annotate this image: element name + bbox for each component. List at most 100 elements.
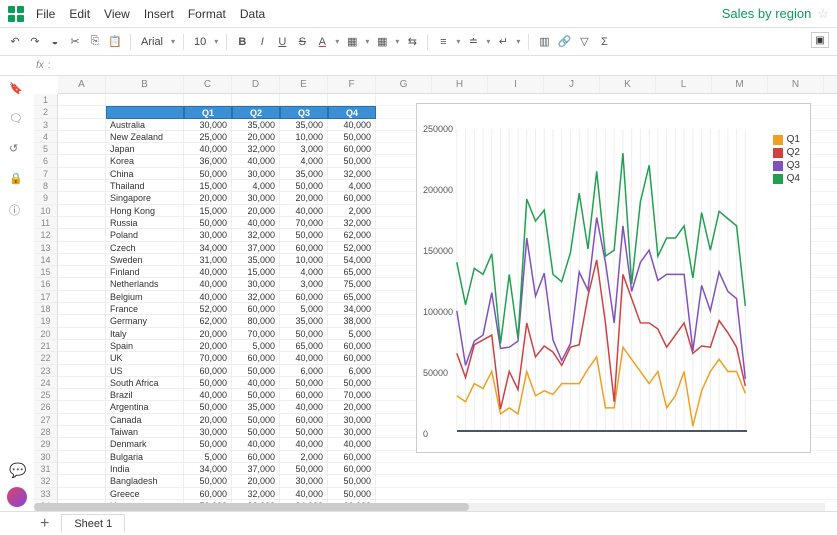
lock-icon[interactable]: 🔒 [9,172,25,188]
country-cell[interactable]: Hong Kong [106,205,184,217]
row-header[interactable]: 15 [34,266,58,278]
value-cell[interactable]: 20,000 [232,205,280,217]
value-cell[interactable]: 50,000 [232,414,280,426]
cut-icon[interactable]: ✂ [68,35,82,49]
value-cell[interactable]: 50,000 [184,217,232,229]
value-cell[interactable]: 20,000 [328,401,376,413]
col-header-F[interactable]: F [328,76,376,93]
value-cell[interactable]: 30,000 [184,229,232,241]
value-cell[interactable]: 40,000 [232,377,280,389]
value-cell[interactable]: 50,000 [328,155,376,167]
col-header-M[interactable]: M [712,76,768,93]
fill-color-icon[interactable]: ▦ [345,35,359,49]
value-cell[interactable]: 6,000 [280,365,328,377]
undo-icon[interactable]: ↶ [8,35,22,49]
value-cell[interactable]: 40,000 [184,143,232,155]
underline-icon[interactable]: U [275,35,289,49]
country-cell[interactable]: Belgium [106,291,184,303]
value-cell[interactable]: 15,000 [232,266,280,278]
country-cell[interactable]: Singapore [106,192,184,204]
value-cell[interactable]: 50,000 [280,377,328,389]
value-cell[interactable]: 62,000 [184,315,232,327]
value-cell[interactable]: 37,000 [232,463,280,475]
value-cell[interactable]: 5,000 [184,451,232,463]
row-header[interactable]: 2 [34,106,58,118]
row-header[interactable]: 8 [34,180,58,192]
value-cell[interactable]: 60,000 [280,242,328,254]
app-logo[interactable] [8,6,24,22]
wrap-icon[interactable]: ↵ [496,35,510,49]
value-cell[interactable]: 40,000 [328,438,376,450]
value-cell[interactable]: 20,000 [184,414,232,426]
country-cell[interactable]: Sweden [106,254,184,266]
value-cell[interactable]: 20,000 [232,475,280,487]
value-cell[interactable]: 5,000 [232,340,280,352]
value-cell[interactable]: 52,000 [328,242,376,254]
value-cell[interactable]: 30,000 [328,426,376,438]
row-header[interactable]: 17 [34,291,58,303]
valign-icon[interactable]: ≐ [466,35,480,49]
value-cell[interactable]: 60,000 [280,414,328,426]
row-header[interactable]: 18 [34,303,58,315]
value-cell[interactable]: 60,000 [328,463,376,475]
value-cell[interactable]: 35,000 [232,401,280,413]
value-cell[interactable]: 60,000 [184,488,232,500]
col-header-C[interactable]: C [184,76,232,93]
redo-icon[interactable]: ↷ [28,35,42,49]
value-cell[interactable]: 60,000 [280,389,328,401]
value-cell[interactable]: 50,000 [232,365,280,377]
value-cell[interactable]: 40,000 [280,438,328,450]
value-cell[interactable]: 30,000 [232,278,280,290]
bold-icon[interactable]: B [235,35,249,49]
value-cell[interactable]: 4,000 [328,180,376,192]
value-cell[interactable]: 20,000 [184,328,232,340]
tag-icon[interactable]: 🔖 [9,82,25,98]
country-cell[interactable]: Bulgaria [106,451,184,463]
value-cell[interactable]: 30,000 [184,426,232,438]
value-cell[interactable]: 50,000 [184,475,232,487]
value-cell[interactable]: 30,000 [328,414,376,426]
value-cell[interactable]: 34,000 [328,303,376,315]
value-cell[interactable]: 40,000 [280,352,328,364]
col-header-G[interactable]: G [376,76,432,93]
value-cell[interactable]: 60,000 [232,303,280,315]
country-cell[interactable]: Italy [106,328,184,340]
row-header[interactable]: 32 [34,475,58,487]
col-header-L[interactable]: L [656,76,712,93]
menu-edit[interactable]: Edit [69,7,90,21]
value-cell[interactable]: 40,000 [232,217,280,229]
value-cell[interactable]: 50,000 [328,131,376,143]
row-header[interactable]: 16 [34,278,58,290]
country-cell[interactable]: Argentina [106,401,184,413]
value-cell[interactable]: 50,000 [232,426,280,438]
value-cell[interactable]: 36,000 [184,155,232,167]
value-cell[interactable]: 60,000 [280,291,328,303]
value-cell[interactable]: 70,000 [280,217,328,229]
comment-icon[interactable]: 🗨 [9,112,25,128]
country-cell[interactable]: France [106,303,184,315]
value-cell[interactable]: 20,000 [232,131,280,143]
row-header[interactable]: 31 [34,463,58,475]
country-cell[interactable]: UK [106,352,184,364]
col-header-B[interactable]: B [106,76,184,93]
country-cell[interactable]: Spain [106,340,184,352]
col-header-J[interactable]: J [544,76,600,93]
value-cell[interactable]: 37,000 [232,242,280,254]
value-cell[interactable]: 50,000 [184,377,232,389]
value-cell[interactable]: 50,000 [280,229,328,241]
copy-icon[interactable]: ⎘ [88,35,102,49]
value-cell[interactable]: 52,000 [184,303,232,315]
row-header[interactable]: 3 [34,119,58,131]
value-cell[interactable]: 32,000 [328,217,376,229]
value-cell[interactable]: 32,000 [232,291,280,303]
row-header[interactable]: 22 [34,352,58,364]
row-header[interactable]: 13 [34,242,58,254]
chat-icon[interactable]: 💬 [9,462,26,479]
value-cell[interactable]: 34,000 [184,242,232,254]
value-cell[interactable]: 40,000 [184,389,232,401]
value-cell[interactable]: 40,000 [184,266,232,278]
country-cell[interactable]: Korea [106,155,184,167]
paste-icon[interactable]: 📋 [108,35,122,49]
row-header[interactable]: 30 [34,451,58,463]
row-header[interactable]: 6 [34,155,58,167]
